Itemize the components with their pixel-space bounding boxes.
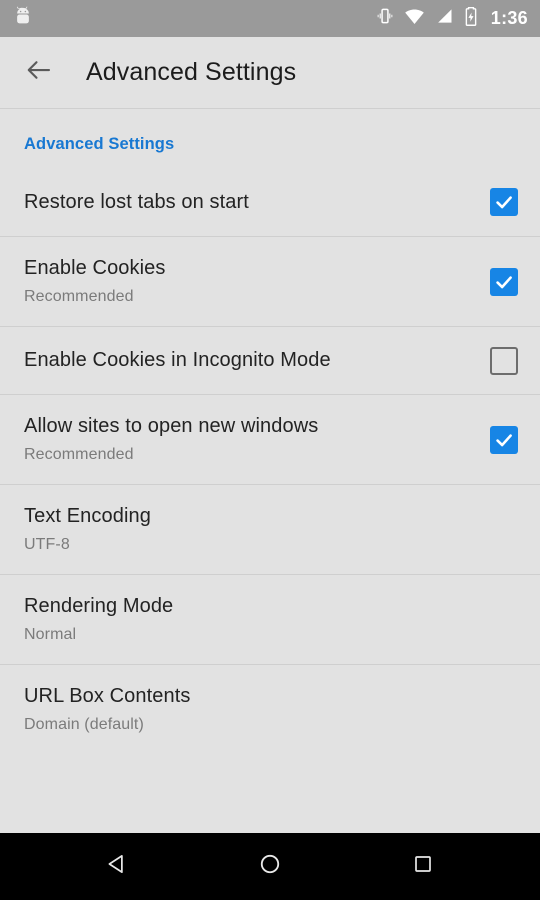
list-item-subtitle: UTF-8 bbox=[24, 536, 70, 554]
square-recents-icon bbox=[411, 852, 435, 881]
app-toolbar: Advanced Settings bbox=[0, 37, 540, 108]
wifi-icon bbox=[404, 6, 425, 32]
android-robot-icon bbox=[12, 5, 34, 32]
back-nav-button[interactable] bbox=[85, 843, 149, 891]
list-item-title: Restore lost tabs on start bbox=[24, 190, 249, 213]
check-icon bbox=[496, 196, 512, 209]
list-item-title: Rendering Mode bbox=[24, 595, 174, 618]
list-item-text: URL Box Contents Domain (default) bbox=[24, 669, 518, 750]
check-icon bbox=[496, 275, 512, 288]
list-item-subtitle: Recommended bbox=[24, 446, 134, 464]
system-navigation-bar bbox=[0, 833, 540, 900]
settings-list[interactable]: Advanced Settings Restore lost tabs on s… bbox=[0, 108, 540, 833]
list-item-title: Allow sites to open new windows bbox=[24, 415, 319, 438]
triangle-back-icon bbox=[104, 851, 130, 882]
checkbox-enable-cookies[interactable] bbox=[490, 267, 518, 296]
list-item-subtitle: Domain (default) bbox=[24, 716, 144, 734]
list-item[interactable]: Enable Cookies in Incognito Mode bbox=[0, 326, 540, 394]
list-item-title: Enable Cookies bbox=[24, 257, 166, 280]
checkbox-enable-cookies-incognito[interactable] bbox=[490, 346, 518, 375]
vibrate-icon bbox=[375, 6, 395, 31]
list-item-subtitle: Recommended bbox=[24, 288, 134, 306]
arrow-back-icon bbox=[24, 55, 54, 90]
list-item-text: Rendering Mode Normal bbox=[24, 579, 518, 660]
list-item[interactable]: Enable Cookies Recommended bbox=[0, 236, 540, 326]
list-item-rendering-mode[interactable]: Rendering Mode Normal bbox=[0, 574, 540, 664]
page-title: Advanced Settings bbox=[86, 58, 297, 86]
section-header-advanced-settings: Advanced Settings bbox=[24, 135, 175, 153]
status-bar: 1:36 bbox=[0, 0, 540, 37]
check-icon bbox=[496, 433, 512, 446]
list-item-text-encoding[interactable]: Text Encoding UTF-8 bbox=[0, 484, 540, 574]
list-item[interactable]: Allow sites to open new windows Recommen… bbox=[0, 394, 540, 484]
list-item-text: Text Encoding UTF-8 bbox=[24, 489, 518, 570]
android-screen: 1:36 Advanced Settings Advanced Settings… bbox=[0, 0, 540, 900]
cellular-signal-icon bbox=[434, 6, 454, 31]
list-item-text: Enable Cookies Recommended bbox=[24, 241, 476, 322]
recents-nav-button[interactable] bbox=[391, 843, 455, 891]
home-nav-button[interactable] bbox=[238, 843, 302, 891]
checkbox-allow-new-windows[interactable] bbox=[490, 425, 518, 454]
battery-charging-icon bbox=[463, 6, 479, 32]
list-item-text: Restore lost tabs on start bbox=[24, 175, 476, 230]
circle-home-icon bbox=[257, 851, 283, 882]
status-bar-clock: 1:36 bbox=[490, 8, 528, 28]
list-item-subtitle: Normal bbox=[24, 626, 77, 644]
status-bar-system-icons: 1:36 bbox=[375, 6, 528, 32]
list-item-text: Enable Cookies in Incognito Mode bbox=[24, 333, 476, 388]
list-item-title: Text Encoding bbox=[24, 505, 151, 528]
list-item-url-box-contents[interactable]: URL Box Contents Domain (default) bbox=[0, 664, 540, 754]
list-item[interactable]: Restore lost tabs on start bbox=[0, 168, 540, 236]
list-item-text: Allow sites to open new windows Recommen… bbox=[24, 399, 476, 480]
status-bar-notifications bbox=[12, 5, 34, 32]
list-item-title: URL Box Contents bbox=[24, 685, 191, 708]
back-button[interactable] bbox=[22, 56, 56, 90]
checkbox-restore-lost-tabs[interactable] bbox=[490, 188, 518, 216]
list-item-title: Enable Cookies in Incognito Mode bbox=[24, 349, 331, 371]
